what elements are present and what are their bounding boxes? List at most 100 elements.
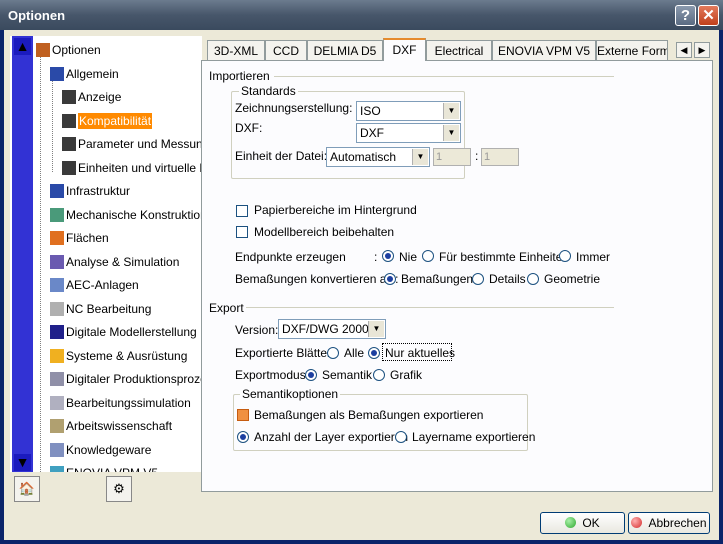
tree-item-kompatibilität[interactable]: Kompatibilität — [62, 111, 153, 131]
tab-strip: 3D-XML CCD DELMIA D5 DXF Electrical ENOV… — [204, 38, 716, 61]
tree-item-anzeige[interactable]: Anzeige — [62, 87, 121, 107]
close-button[interactable]: ✕ — [698, 5, 719, 26]
tab-delmia-d5[interactable]: DELMIA D5 — [307, 40, 383, 60]
einheit-spin-1[interactable]: 1 — [433, 148, 471, 166]
tree-expand-button[interactable]: 🏠 — [14, 476, 40, 502]
details-label: Details — [489, 272, 526, 286]
tree-item-flächen[interactable]: Flächen — [50, 228, 109, 248]
tree-reset-button[interactable]: ⚙ — [106, 476, 132, 502]
dialog-client: ▲ ▼ Optionen Allgemein Anzeige Kompatibilit… — [4, 30, 719, 540]
tree-item-label: Mechanische Konstruktion — [66, 207, 202, 222]
tab-scroll-right-icon[interactable]: ▶ — [694, 42, 710, 58]
geometrie-radio[interactable] — [527, 273, 539, 285]
tree-item-parameter-und-messungen[interactable]: Parameter und Messungen — [62, 134, 202, 154]
tab-3d-xml[interactable]: 3D-XML — [207, 40, 265, 60]
tree-item-digitale-modellerstellung[interactable]: Digitale Modellerstellung — [50, 322, 197, 342]
endpunkte-immer-radio[interactable] — [559, 250, 571, 262]
tree-item-label: Bearbeitungssimulation — [66, 395, 191, 410]
tree-item-systeme-ausrüstung[interactable]: Systeme & Ausrüstung — [50, 346, 187, 366]
tree-item-label: Arbeitswissenschaft — [66, 419, 173, 433]
tree-item-allgemein[interactable]: Allgemein — [50, 64, 119, 84]
tree-item-einheiten-und-virtuelle-re[interactable]: Einheiten und virtuelle Re — [62, 158, 202, 178]
endpunkte-immer-label: Immer — [576, 250, 610, 264]
tab-enovia-vpm-v5[interactable]: ENOVIA VPM V5 — [492, 40, 596, 60]
analysis-icon — [50, 254, 64, 269]
tree-item-aec-anlagen[interactable]: AEC-Anlagen — [50, 275, 139, 295]
tree-item-label: Allgemein — [66, 66, 119, 81]
tree-item-label: Flächen — [66, 231, 109, 245]
units-icon — [62, 160, 76, 175]
knowledgeware-icon — [50, 442, 64, 457]
tree-item-label: Knowledgeware — [66, 442, 152, 457]
tab-scroll-left-icon[interactable]: ◀ — [676, 42, 692, 58]
tree-item-label: Anzeige — [78, 90, 122, 104]
modell-checkbox[interactable] — [236, 226, 248, 238]
production-icon — [50, 372, 64, 386]
tree-item-infrastruktur[interactable]: Infrastruktur — [50, 181, 130, 201]
chevron-down-icon: ▼ — [368, 321, 384, 337]
blaetter-label: Exportierte Blätter: — [235, 346, 335, 360]
einheit-value: Automatisch — [330, 150, 397, 164]
zeichnung-select[interactable]: ISO ▼ — [356, 101, 461, 121]
semantik-title: Semantikoptionen — [240, 387, 341, 401]
blaetter-alle-radio[interactable] — [327, 347, 339, 359]
endpunkte-einheiten-radio[interactable] — [422, 250, 434, 262]
bemassungen-label: Bemaßungen konvertieren als: — [235, 272, 399, 286]
title-bar[interactable]: Optionen ? ✕ — [0, 0, 723, 30]
modus-semantik-radio[interactable] — [305, 369, 317, 381]
dxf-select[interactable]: DXF ▼ — [356, 123, 461, 143]
tab-ccd[interactable]: CCD — [265, 40, 307, 60]
tree-item-nc-bearbeitung[interactable]: NC Bearbeitung — [50, 299, 151, 319]
help-button[interactable]: ? — [675, 5, 696, 26]
tree-item-label: Systeme & Ausrüstung — [66, 348, 188, 363]
general-icon — [50, 66, 64, 81]
modus-grafik-radio[interactable] — [373, 369, 385, 381]
details-radio[interactable] — [472, 273, 484, 285]
tab-electrical[interactable]: Electrical — [426, 40, 492, 60]
tab-externe-formate[interactable]: Externe Forma — [596, 40, 668, 60]
version-select[interactable]: DXF/DWG 2000 ▼ — [278, 319, 386, 339]
tree-item-arbeitswissenschaft[interactable]: Arbeitswissenschaft — [50, 416, 172, 436]
einheit-label: Einheit der Datei: — [235, 149, 328, 163]
semantik-checkbox[interactable] — [237, 409, 249, 421]
tree-scrollbar[interactable] — [12, 36, 33, 472]
papier-checkbox[interactable] — [236, 205, 248, 217]
tree-item-label: Analyse & Simulation — [66, 254, 180, 269]
bemassungen-option-label: Bemaßungen — [401, 272, 474, 286]
einheit-spin-2[interactable]: 1 — [481, 148, 519, 166]
tree-item-analyse-simulation[interactable]: Analyse & Simulation — [50, 252, 179, 272]
einheit-select[interactable]: Automatisch ▼ — [326, 147, 430, 167]
tree-item-enovia-vpm-v5[interactable]: ENOVIA VPM V5 — [50, 463, 158, 472]
scroll-down-icon[interactable]: ▼ — [14, 454, 31, 471]
ok-button[interactable]: OK — [540, 512, 625, 534]
layer-name-label: Layername exportieren — [412, 430, 536, 444]
enovia-icon — [50, 466, 64, 472]
endpunkte-nie-radio[interactable] — [382, 250, 394, 262]
tab-dxf[interactable]: DXF — [383, 38, 426, 61]
parameters-icon — [62, 137, 76, 151]
tree-item-mechanische-konstruktion[interactable]: Mechanische Konstruktion — [50, 205, 202, 225]
cancel-button[interactable]: Abbrechen — [628, 512, 710, 534]
blaetter-aktuell-radio[interactable] — [368, 347, 380, 359]
chevron-down-icon: ▼ — [443, 103, 459, 119]
tree-item-knowledgeware[interactable]: Knowledgeware — [50, 440, 151, 460]
tree-item-label: Digitaler Produktionsprozess — [66, 372, 202, 386]
tree-item-label: Einheiten und virtuelle Re — [78, 160, 202, 175]
layer-anzahl-radio[interactable] — [237, 431, 249, 443]
tree-item-bearbeitungssimulation[interactable]: Bearbeitungssimulation — [50, 393, 191, 413]
ergonomics-icon — [50, 419, 64, 433]
tree-item-digitaler-produktionsprozess[interactable]: Digitaler Produktionsprozess — [50, 369, 202, 389]
nc-icon — [50, 301, 64, 316]
standards-title: Standards — [239, 84, 298, 98]
modus-label: Exportmodus: — [235, 368, 310, 382]
papier-label: Papierbereiche im Hintergrund — [254, 203, 417, 217]
tree-connector — [40, 52, 41, 472]
import-divider — [274, 76, 614, 77]
scroll-up-icon[interactable]: ▲ — [14, 38, 31, 55]
mechanical-icon — [50, 207, 64, 222]
tree-item-label: Infrastruktur — [66, 184, 131, 198]
layer-name-radio[interactable] — [395, 431, 407, 443]
zeichnung-label: Zeichnungserstellung: — [235, 101, 353, 115]
bemassungen-radio[interactable] — [384, 273, 396, 285]
tree-item-optionen[interactable]: Optionen — [36, 40, 101, 60]
